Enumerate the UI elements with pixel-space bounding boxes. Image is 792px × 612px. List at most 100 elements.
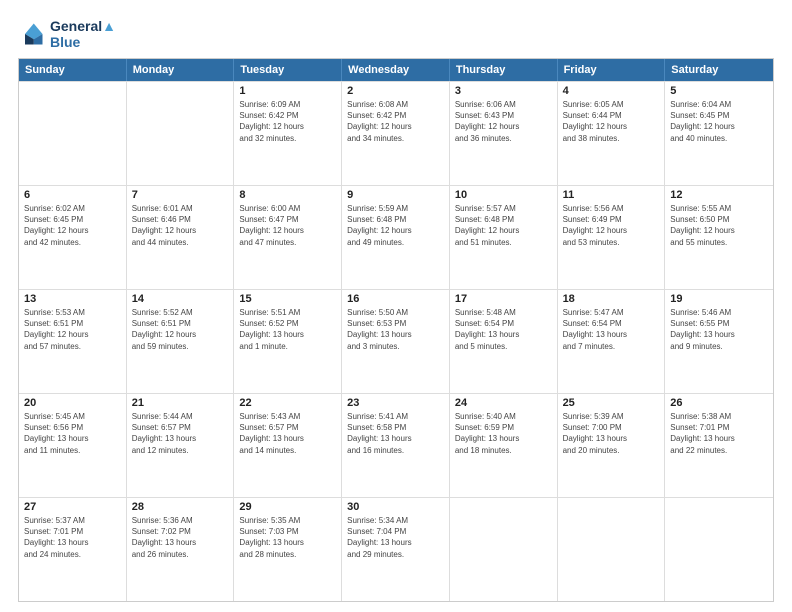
- day-number: 20: [24, 397, 121, 409]
- calendar-cell: 17 Sunrise: 5:48 AM Sunset: 6:54 PM Dayli…: [450, 290, 558, 393]
- day-info: Sunrise: 6:05 AM Sunset: 6:44 PM Dayligh…: [563, 99, 660, 144]
- day-info: Sunrise: 6:08 AM Sunset: 6:42 PM Dayligh…: [347, 99, 444, 144]
- calendar-cell: 3Sunrise: 6:06 AM Sunset: 6:43 PM Daylig…: [450, 82, 558, 185]
- day-info: Sunrise: 5:51 AM Sunset: 6:52 PM Dayligh…: [239, 307, 336, 352]
- calendar-cell: [450, 498, 558, 601]
- calendar-cell: [558, 498, 666, 601]
- weekday-header: Tuesday: [234, 59, 342, 81]
- calendar-cell: 7Sunrise: 6:01 AM Sunset: 6:46 PM Daylig…: [127, 186, 235, 289]
- day-info: Sunrise: 5:48 AM Sunset: 6:54 PM Dayligh…: [455, 307, 552, 352]
- calendar-cell: 12 Sunrise: 5:55 AM Sunset: 6:50 PM Dayli…: [665, 186, 773, 289]
- calendar-row: 20 Sunrise: 5:45 AM Sunset: 6:56 PM Dayli…: [19, 393, 773, 497]
- day-number: 24: [455, 397, 552, 409]
- day-number: 14: [132, 293, 229, 305]
- weekday-header: Monday: [127, 59, 235, 81]
- calendar-cell: 1 Sunrise: 6:09 AM Sunset: 6:42 PM Daylig…: [234, 82, 342, 185]
- day-number: 1: [239, 85, 336, 97]
- calendar-cell: 11 Sunrise: 5:56 AM Sunset: 6:49 PM Dayli…: [558, 186, 666, 289]
- calendar-header: SundayMondayTuesdayWednesdayThursdayFrid…: [19, 59, 773, 81]
- day-number: 10: [455, 189, 552, 201]
- day-number: 12: [670, 189, 768, 201]
- calendar-cell: 18 Sunrise: 5:47 AM Sunset: 6:54 PM Dayli…: [558, 290, 666, 393]
- weekday-header: Friday: [558, 59, 666, 81]
- day-info: Sunrise: 5:45 AM Sunset: 6:56 PM Dayligh…: [24, 411, 121, 456]
- day-number: 7: [132, 189, 229, 201]
- logo: General▲ Blue: [18, 18, 116, 50]
- day-number: 18: [563, 293, 660, 305]
- day-number: 2: [347, 85, 444, 97]
- day-number: 19: [670, 293, 768, 305]
- day-number: 5: [670, 85, 768, 97]
- weekday-header: Saturday: [665, 59, 773, 81]
- logo-icon: [18, 20, 46, 48]
- calendar-cell: 22Sunrise: 5:43 AM Sunset: 6:57 PM Dayli…: [234, 394, 342, 497]
- calendar-cell: 6 Sunrise: 6:02 AM Sunset: 6:45 PM Daylig…: [19, 186, 127, 289]
- calendar-cell: 26 Sunrise: 5:38 AM Sunset: 7:01 PM Dayli…: [665, 394, 773, 497]
- calendar-cell: 8 Sunrise: 6:00 AM Sunset: 6:47 PM Daylig…: [234, 186, 342, 289]
- day-info: Sunrise: 5:38 AM Sunset: 7:01 PM Dayligh…: [670, 411, 768, 456]
- weekday-header: Thursday: [450, 59, 558, 81]
- day-number: 26: [670, 397, 768, 409]
- day-number: 15: [239, 293, 336, 305]
- calendar-cell: 27Sunrise: 5:37 AM Sunset: 7:01 PM Dayli…: [19, 498, 127, 601]
- calendar-cell: 23 Sunrise: 5:41 AM Sunset: 6:58 PM Dayli…: [342, 394, 450, 497]
- day-info: Sunrise: 5:52 AM Sunset: 6:51 PM Dayligh…: [132, 307, 229, 352]
- calendar-cell: [19, 82, 127, 185]
- calendar-row: 6 Sunrise: 6:02 AM Sunset: 6:45 PM Daylig…: [19, 185, 773, 289]
- day-number: 11: [563, 189, 660, 201]
- day-info: Sunrise: 5:55 AM Sunset: 6:50 PM Dayligh…: [670, 203, 768, 248]
- calendar-cell: 29Sunrise: 5:35 AM Sunset: 7:03 PM Dayli…: [234, 498, 342, 601]
- calendar-cell: [665, 498, 773, 601]
- day-info: Sunrise: 6:09 AM Sunset: 6:42 PM Dayligh…: [239, 99, 336, 144]
- day-number: 16: [347, 293, 444, 305]
- day-info: Sunrise: 6:02 AM Sunset: 6:45 PM Dayligh…: [24, 203, 121, 248]
- day-info: Sunrise: 5:41 AM Sunset: 6:58 PM Dayligh…: [347, 411, 444, 456]
- calendar-cell: 15 Sunrise: 5:51 AM Sunset: 6:52 PM Dayli…: [234, 290, 342, 393]
- day-info: Sunrise: 5:47 AM Sunset: 6:54 PM Dayligh…: [563, 307, 660, 352]
- calendar-row: 27Sunrise: 5:37 AM Sunset: 7:01 PM Dayli…: [19, 497, 773, 601]
- weekday-header: Wednesday: [342, 59, 450, 81]
- day-number: 23: [347, 397, 444, 409]
- day-info: Sunrise: 5:44 AM Sunset: 6:57 PM Dayligh…: [132, 411, 229, 456]
- day-number: 4: [563, 85, 660, 97]
- day-info: Sunrise: 6:06 AM Sunset: 6:43 PM Dayligh…: [455, 99, 552, 144]
- calendar-cell: 10 Sunrise: 5:57 AM Sunset: 6:48 PM Dayli…: [450, 186, 558, 289]
- calendar-cell: 2 Sunrise: 6:08 AM Sunset: 6:42 PM Daylig…: [342, 82, 450, 185]
- day-info: Sunrise: 5:56 AM Sunset: 6:49 PM Dayligh…: [563, 203, 660, 248]
- calendar-cell: 21Sunrise: 5:44 AM Sunset: 6:57 PM Dayli…: [127, 394, 235, 497]
- calendar-cell: 19Sunrise: 5:46 AM Sunset: 6:55 PM Dayli…: [665, 290, 773, 393]
- day-info: Sunrise: 5:36 AM Sunset: 7:02 PM Dayligh…: [132, 515, 229, 560]
- calendar-cell: [127, 82, 235, 185]
- day-number: 9: [347, 189, 444, 201]
- weekday-header: Sunday: [19, 59, 127, 81]
- calendar-body: 1 Sunrise: 6:09 AM Sunset: 6:42 PM Daylig…: [19, 81, 773, 601]
- day-info: Sunrise: 5:34 AM Sunset: 7:04 PM Dayligh…: [347, 515, 444, 560]
- day-number: 30: [347, 501, 444, 513]
- day-info: Sunrise: 6:04 AM Sunset: 6:45 PM Dayligh…: [670, 99, 768, 144]
- day-info: Sunrise: 5:57 AM Sunset: 6:48 PM Dayligh…: [455, 203, 552, 248]
- day-number: 17: [455, 293, 552, 305]
- day-info: Sunrise: 5:37 AM Sunset: 7:01 PM Dayligh…: [24, 515, 121, 560]
- calendar-cell: 13Sunrise: 5:53 AM Sunset: 6:51 PM Dayli…: [19, 290, 127, 393]
- day-number: 25: [563, 397, 660, 409]
- calendar-cell: 25 Sunrise: 5:39 AM Sunset: 7:00 PM Dayli…: [558, 394, 666, 497]
- day-info: Sunrise: 5:39 AM Sunset: 7:00 PM Dayligh…: [563, 411, 660, 456]
- calendar-cell: 30 Sunrise: 5:34 AM Sunset: 7:04 PM Dayli…: [342, 498, 450, 601]
- calendar-cell: 20 Sunrise: 5:45 AM Sunset: 6:56 PM Dayli…: [19, 394, 127, 497]
- calendar-row: 13Sunrise: 5:53 AM Sunset: 6:51 PM Dayli…: [19, 289, 773, 393]
- day-number: 22: [239, 397, 336, 409]
- day-number: 6: [24, 189, 121, 201]
- day-number: 29: [239, 501, 336, 513]
- calendar-cell: 4 Sunrise: 6:05 AM Sunset: 6:44 PM Daylig…: [558, 82, 666, 185]
- day-number: 28: [132, 501, 229, 513]
- day-number: 8: [239, 189, 336, 201]
- day-info: Sunrise: 5:40 AM Sunset: 6:59 PM Dayligh…: [455, 411, 552, 456]
- day-info: Sunrise: 5:59 AM Sunset: 6:48 PM Dayligh…: [347, 203, 444, 248]
- calendar-cell: 5 Sunrise: 6:04 AM Sunset: 6:45 PM Daylig…: [665, 82, 773, 185]
- calendar-row: 1 Sunrise: 6:09 AM Sunset: 6:42 PM Daylig…: [19, 81, 773, 185]
- day-info: Sunrise: 6:00 AM Sunset: 6:47 PM Dayligh…: [239, 203, 336, 248]
- calendar-cell: 16Sunrise: 5:50 AM Sunset: 6:53 PM Dayli…: [342, 290, 450, 393]
- calendar-cell: 14 Sunrise: 5:52 AM Sunset: 6:51 PM Dayli…: [127, 290, 235, 393]
- page: General▲ Blue SundayMondayTuesdayWednesd…: [0, 0, 792, 612]
- day-number: 13: [24, 293, 121, 305]
